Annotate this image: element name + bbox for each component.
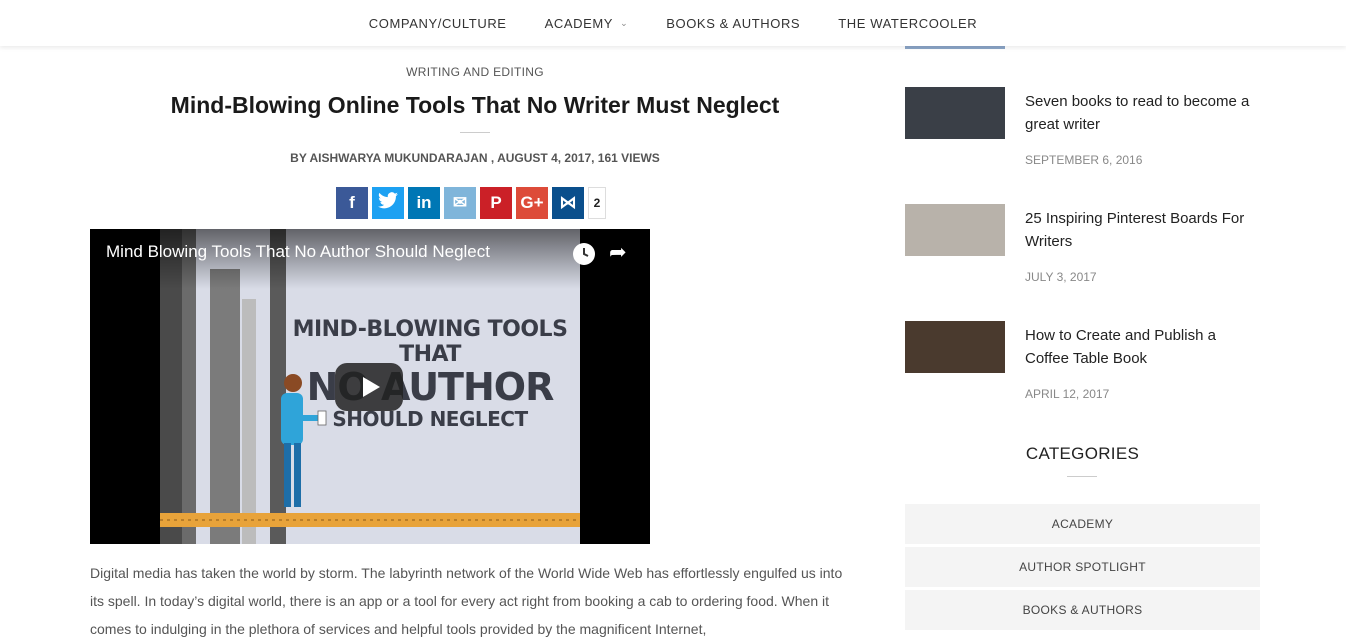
share-network-icon: ⋈ [559,193,577,212]
top-navigation: COMPANY/CULTURE ACADEMY ⌄ BOOKS & AUTHOR… [0,0,1346,46]
video-player[interactable]: MIND-BLOWING TOOLS THAT NO AUTHOR SHOULD… [90,229,650,544]
post-thumbnail[interactable] [905,321,1005,373]
category-academy[interactable]: ACADEMY [905,504,1260,544]
twitter-share-button[interactable] [372,187,404,219]
post-thumbnail[interactable] [905,87,1005,139]
nav-item-watercooler[interactable]: THE WATERCOOLER [838,16,977,31]
video-headline-line2: NO AUTHOR [306,365,555,409]
video-headline: MIND-BLOWING TOOLS THAT NO AUTHOR SHOULD… [280,317,580,431]
share-count: 2 [588,187,606,219]
linkedin-share-button[interactable]: in [408,187,440,219]
category-books-authors[interactable]: BOOKS & AUTHORS [905,590,1260,630]
sidebar-post[interactable]: 25 Inspiring Pinterest Boards For Writer… [905,204,1260,294]
article-category[interactable]: WRITING AND EDITING [90,65,860,79]
sidebar-post[interactable]: Seven books to read to become a great wr… [905,87,1260,177]
watch-later-icon[interactable] [573,243,595,265]
post-title[interactable]: How to Create and Publish a Coffee Table… [1025,324,1260,370]
nav-item-books-authors[interactable]: BOOKS & AUTHORS [666,16,800,31]
post-title[interactable]: Seven books to read to become a great wr… [1025,90,1260,136]
facebook-icon: f [349,193,355,212]
post-thumbnail[interactable] [905,204,1005,256]
google-plus-icon: G+ [520,193,544,212]
pinterest-icon: P [490,193,502,212]
sidebar-post[interactable]: How to Create and Publish a Coffee Table… [905,321,1260,411]
article-body: Digital media has taken the world by sto… [90,565,843,637]
category-author-spotlight[interactable]: AUTHOR SPOTLIGHT [905,547,1260,587]
nav-item-label: COMPANY/CULTURE [368,15,507,31]
google-plus-share-button[interactable]: G+ [516,187,548,219]
video-headline-line3: SHOULD NEGLECT [332,407,528,431]
post-date: SEPTEMBER 6, 2016 [1025,153,1143,167]
categories-heading: CATEGORIES [1025,444,1140,463]
nav-item-label: THE WATERCOOLER [838,15,978,31]
nav-item-company-culture[interactable]: COMPANY/CULTURE [369,16,507,31]
post-date: APRIL 12, 2017 [1025,387,1110,401]
title-divider [460,132,490,133]
post-date: JULY 3, 2017 [1025,270,1097,284]
article-title: Mind-Blowing Online Tools That No Writer… [170,92,780,118]
article-meta: BY AISHWARYA MUKUNDARAJAN , AUGUST 4, 20… [290,151,660,165]
play-icon [363,377,380,397]
facebook-share-button[interactable]: f [336,187,368,219]
pinterest-share-button[interactable]: P [480,187,512,219]
linkedin-icon: in [416,193,432,212]
share-arrow-icon[interactable]: ➦ [609,240,627,265]
post-thumbnail-partial[interactable] [905,46,1005,49]
nav-item-academy[interactable]: ACADEMY ⌄ [545,16,629,31]
email-share-button[interactable]: ✉ [444,187,476,219]
email-icon: ✉ [452,193,468,212]
more-share-button[interactable]: ⋈ [552,187,584,219]
nav-item-label: ACADEMY [544,15,614,31]
video-title[interactable]: Mind Blowing Tools That No Author Should… [106,242,490,262]
post-title[interactable]: 25 Inspiring Pinterest Boards For Writer… [1025,207,1260,253]
nav-item-label: BOOKS & AUTHORS [666,15,801,31]
twitter-icon [378,192,398,214]
categories-divider [1067,476,1097,477]
video-headline-line1: MIND-BLOWING TOOLS THAT [292,317,568,367]
chevron-down-icon: ⌄ [620,17,629,28]
share-bar: f in ✉ P G+ ⋈ 2 [336,187,606,219]
